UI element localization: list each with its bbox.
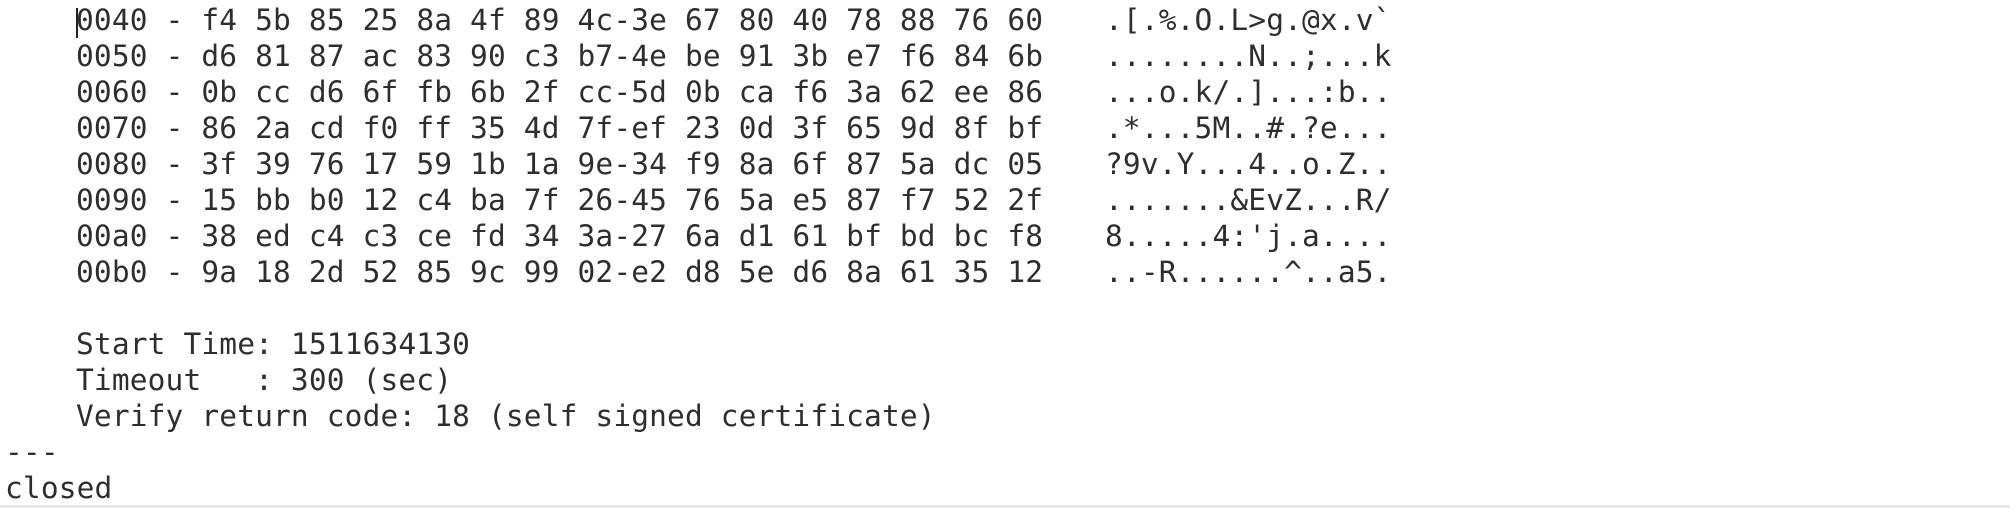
hexdump-separator: - <box>147 219 202 253</box>
hexdump-bytes: 15 bb b0 12 c4 ba 7f 26-45 76 5a e5 87 f… <box>201 183 1044 217</box>
hexdump-row: 0050 - d6 81 87 ac 83 90 c3 b7-4e be 91 … <box>76 38 1391 74</box>
hexdump-separator: - <box>147 3 202 37</box>
hexdump-ascii: .[.%.O.L>g.@x.v` <box>1105 3 1392 37</box>
hexdump-separator: - <box>147 147 202 181</box>
hexdump-separator: - <box>147 111 202 145</box>
hexdump-ascii: .......&EvZ...R/ <box>1105 183 1392 217</box>
hexdump-ascii: ?9v.Y...4..o.Z.. <box>1105 147 1392 181</box>
hexdump-bytes: f4 5b 85 25 8a 4f 89 4c-3e 67 80 40 78 8… <box>201 3 1044 37</box>
hexdump-offset: 0050 <box>76 39 148 73</box>
session-start-time: Start Time: 1511634130 <box>76 327 471 361</box>
output-separator: --- <box>5 435 59 469</box>
hexdump-bytes: 38 ed c4 c3 ce fd 34 3a-27 6a d1 61 bf b… <box>201 219 1044 253</box>
hexdump-offset: 0040 <box>76 3 148 37</box>
hexdump-offset: 00b0 <box>76 255 148 289</box>
hexdump-offset: 0080 <box>76 147 148 181</box>
hexdump-offset: 0070 <box>76 111 148 145</box>
hexdump-ascii: 8.....4:'j.a.... <box>1105 219 1392 253</box>
hexdump-row: 00b0 - 9a 18 2d 52 85 9c 99 02-e2 d8 5e … <box>76 254 1391 290</box>
hexdump-ascii: .*...5M..#.?e... <box>1105 111 1392 145</box>
hexdump-row: 0080 - 3f 39 76 17 59 1b 1a 9e-34 f9 8a … <box>76 146 1391 182</box>
hexdump-row: 00a0 - 38 ed c4 c3 ce fd 34 3a-27 6a d1 … <box>76 218 1391 254</box>
hexdump-bytes: 9a 18 2d 52 85 9c 99 02-e2 d8 5e d6 8a 6… <box>201 255 1044 289</box>
hexdump-offset: 0060 <box>76 75 148 109</box>
hexdump-separator: - <box>147 183 202 217</box>
session-timeout: Timeout : 300 (sec) <box>76 363 453 397</box>
hexdump-ascii: ..-R......^..a5. <box>1105 255 1392 289</box>
hexdump-offset: 0090 <box>76 183 148 217</box>
hexdump-ascii: ...o.k/.]...:b.. <box>1105 75 1392 109</box>
hexdump-row: 0040 - f4 5b 85 25 8a 4f 89 4c-3e 67 80 … <box>76 2 1391 38</box>
hexdump-bytes: d6 81 87 ac 83 90 c3 b7-4e be 91 3b e7 f… <box>201 39 1044 73</box>
hexdump-separator: - <box>147 255 202 289</box>
terminal-output[interactable]: 0040 - f4 5b 85 25 8a 4f 89 4c-3e 67 80 … <box>0 0 2010 508</box>
connection-status: closed <box>5 471 113 505</box>
hexdump-bytes: 3f 39 76 17 59 1b 1a 9e-34 f9 8a 6f 87 5… <box>201 147 1044 181</box>
hexdump-separator: - <box>147 39 202 73</box>
hexdump-row: 0070 - 86 2a cd f0 ff 35 4d 7f-ef 23 0d … <box>76 110 1391 146</box>
hexdump-bytes: 0b cc d6 6f fb 6b 2f cc-5d 0b ca f6 3a 6… <box>201 75 1044 109</box>
hexdump-row: 0090 - 15 bb b0 12 c4 ba 7f 26-45 76 5a … <box>76 182 1391 218</box>
hexdump-offset: 00a0 <box>76 219 148 253</box>
hexdump-row: 0060 - 0b cc d6 6f fb 6b 2f cc-5d 0b ca … <box>76 74 1391 110</box>
hexdump-bytes: 86 2a cd f0 ff 35 4d 7f-ef 23 0d 3f 65 9… <box>201 111 1044 145</box>
verify-return-code: Verify return code: 18 (self signed cert… <box>76 399 936 433</box>
hexdump-ascii: ........N..;...k <box>1105 39 1392 73</box>
hexdump-separator: - <box>147 75 202 109</box>
